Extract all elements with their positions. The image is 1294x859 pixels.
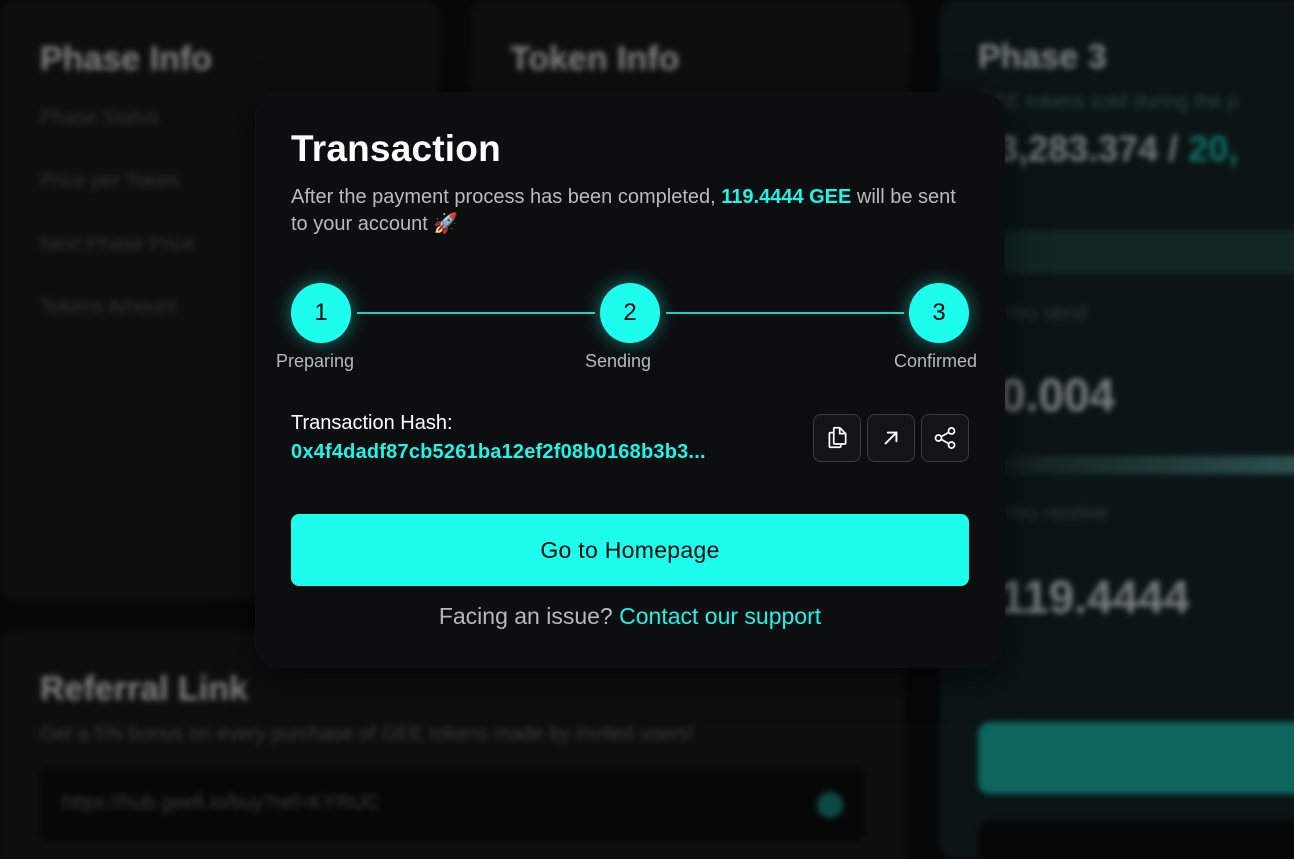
step-1-circle: 1	[291, 283, 351, 343]
modal-description: After the payment process has been compl…	[291, 184, 969, 238]
go-to-homepage-button[interactable]: Go to Homepage	[291, 514, 969, 586]
transaction-hash-value: 0x4f4dadf87cb5261ba12ef2f08b0168b3b3...	[291, 441, 706, 463]
contact-support-link[interactable]: Contact our support	[619, 603, 821, 629]
desc-prefix: After the payment process has been compl…	[291, 186, 722, 208]
share-icon	[934, 427, 956, 449]
support-prefix: Facing an issue?	[438, 603, 620, 629]
external-link-icon	[884, 431, 898, 445]
step-2-circle: 2	[600, 283, 660, 343]
step-connector-1-2	[357, 312, 595, 314]
desc-amount: 119.4444 GEE	[721, 186, 852, 208]
share-button[interactable]	[921, 414, 969, 462]
step-connector-2-3	[666, 312, 904, 314]
copy-hash-button[interactable]	[813, 414, 861, 462]
step-2-label: Sending	[585, 351, 652, 371]
copy-icon	[828, 426, 847, 449]
progress-stepper: 1 2 3	[291, 283, 969, 343]
open-explorer-button[interactable]	[867, 414, 915, 462]
modal-title: Transaction	[291, 128, 501, 169]
step-1-label: Preparing	[276, 351, 355, 371]
transaction-modal: Transaction After the payment process ha…	[255, 92, 1005, 668]
transaction-hash-label: Transaction Hash:	[291, 412, 453, 434]
support-line: Facing an issue? Contact our support	[255, 603, 1005, 630]
step-3-label: Confirmed	[894, 351, 978, 371]
step-3-circle: 3	[909, 283, 969, 343]
